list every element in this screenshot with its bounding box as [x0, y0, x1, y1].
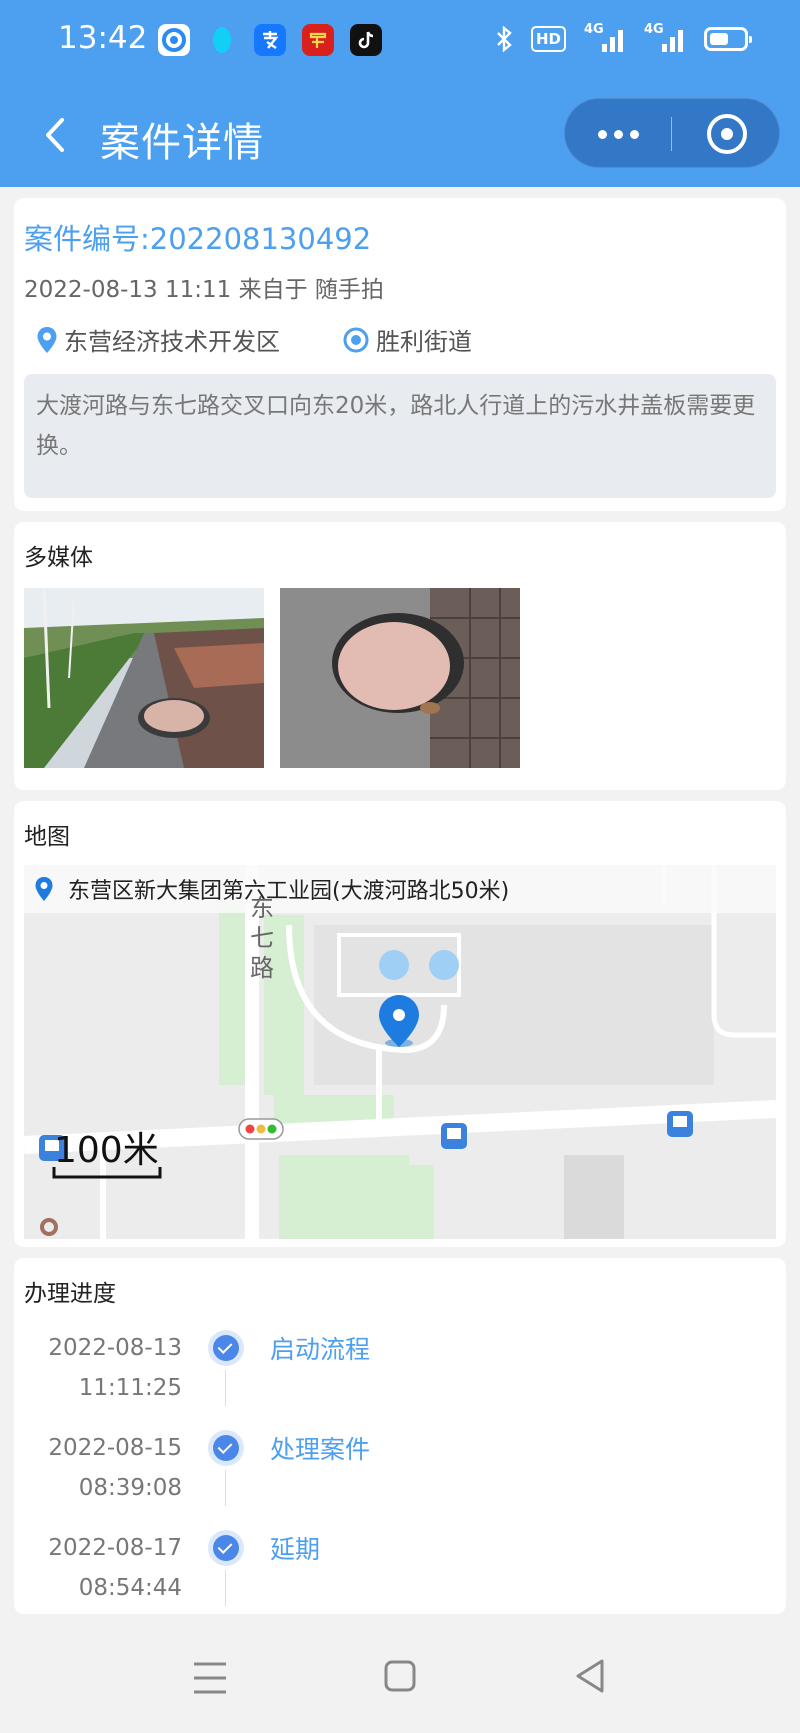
status-bar: 13:42 HD 4G 4G — [0, 0, 800, 80]
media-section-title: 多媒体 — [24, 545, 93, 571]
district-label: 东营经济技术开发区 — [64, 328, 280, 356]
timeline-datetime: 2022-08-13 11:11:25 — [48, 1335, 182, 1401]
case-info-card: 案件编号:202208130492 2022-08-13 11:11 来自于 随… — [14, 198, 786, 511]
alipay-icon — [254, 24, 286, 56]
timeline-item: 2022-08-17 08:54:44 延期 — [14, 1528, 786, 1628]
map-section-title: 地图 — [24, 824, 70, 850]
timeline-item: 2022-08-15 08:39:08 处理案件 — [14, 1428, 786, 1528]
status-time: 13:42 — [58, 20, 148, 56]
system-icons: HD 4G 4G — [495, 22, 752, 54]
chevron-left-icon — [46, 118, 64, 152]
map-address-bar: 东营区新大集团第六工业园(大渡河路北50米) — [24, 865, 776, 913]
bluetooth-icon — [497, 25, 512, 53]
timeline-step-label: 启动流程 — [270, 1335, 371, 1364]
navigation-bar: 案件详情 — [0, 90, 800, 180]
close-miniprogram-button[interactable] — [707, 114, 747, 154]
more-button[interactable] — [565, 99, 671, 169]
media-card: 多媒体 — [14, 522, 786, 790]
case-number: 案件编号:202208130492 — [24, 222, 372, 256]
timeline-step-label: 延期 — [270, 1535, 321, 1564]
media-photo-1[interactable] — [24, 588, 264, 768]
location-app-icon — [158, 24, 190, 56]
timeline-step-label: 处理案件 — [270, 1435, 371, 1464]
bus-stop-icon-2 — [667, 1111, 693, 1137]
map-road-label: 东七路 — [250, 894, 274, 982]
notification-icons — [158, 24, 382, 56]
location-pin-icon — [35, 877, 53, 901]
back-button[interactable] — [36, 112, 76, 158]
location-pin-icon — [37, 326, 57, 353]
hd-badge: HD — [530, 26, 566, 52]
app-header: 13:42 HD 4G 4G 案件详情 — [0, 0, 800, 187]
menu-icon — [194, 1662, 226, 1694]
back-nav-button[interactable] — [572, 1656, 608, 1696]
miniprogram-capsule — [564, 98, 780, 168]
check-circle-icon — [208, 1430, 244, 1466]
map-scale-label: 100米 — [54, 1130, 159, 1171]
recent-apps-button[interactable] — [190, 1660, 230, 1696]
timeline-item: 2022-08-13 11:11:25 启动流程 — [14, 1328, 786, 1428]
battery-icon — [704, 27, 752, 51]
home-button[interactable] — [382, 1658, 418, 1694]
traffic-light-icon — [238, 1118, 284, 1140]
media-photo-2[interactable] — [280, 588, 520, 768]
check-circle-icon — [208, 1530, 244, 1566]
timeline-datetime: 2022-08-15 08:39:08 — [48, 1435, 182, 1501]
check-circle-icon — [208, 1330, 244, 1366]
xuexi-icon — [302, 24, 334, 56]
case-meta: 2022-08-13 11:11 来自于 随手拍 — [24, 277, 384, 303]
street-tag: 胜利街道 — [342, 322, 472, 357]
bus-stop-icon — [441, 1123, 467, 1149]
map-card: 地图 东营区新大集团第六工业园(大渡河路北50米) 东七路 100米 — [14, 801, 786, 1247]
qq-icon — [206, 24, 238, 56]
signal-icon: 4G — [584, 22, 626, 54]
map-view[interactable]: 东营区新大集团第六工业园(大渡河路北50米) 东七路 100米 — [24, 865, 776, 1239]
signal-icon-2: 4G — [644, 22, 686, 54]
progress-card: 办理进度 2022-08-13 11:11:25 启动流程 2022-08-15… — [14, 1258, 786, 1614]
target-location-icon — [343, 327, 369, 352]
square-icon — [384, 1660, 416, 1692]
case-description: 大渡河路与东七路交叉口向东20米，路北人行道上的污水井盖板需要更换。 — [24, 374, 776, 498]
douyin-icon — [350, 24, 382, 56]
map-address: 东营区新大集团第六工业园(大渡河路北50米) — [68, 879, 510, 904]
timeline-datetime: 2022-08-17 08:54:44 — [48, 1535, 182, 1601]
map-canvas — [24, 865, 776, 1239]
page-title: 案件详情 — [100, 120, 264, 166]
district-tag: 东营经济技术开发区 — [36, 322, 280, 357]
progress-section-title: 办理进度 — [24, 1281, 116, 1307]
street-label: 胜利街道 — [376, 328, 472, 356]
system-navigation-bar — [0, 1620, 800, 1733]
triangle-back-icon — [576, 1659, 604, 1693]
